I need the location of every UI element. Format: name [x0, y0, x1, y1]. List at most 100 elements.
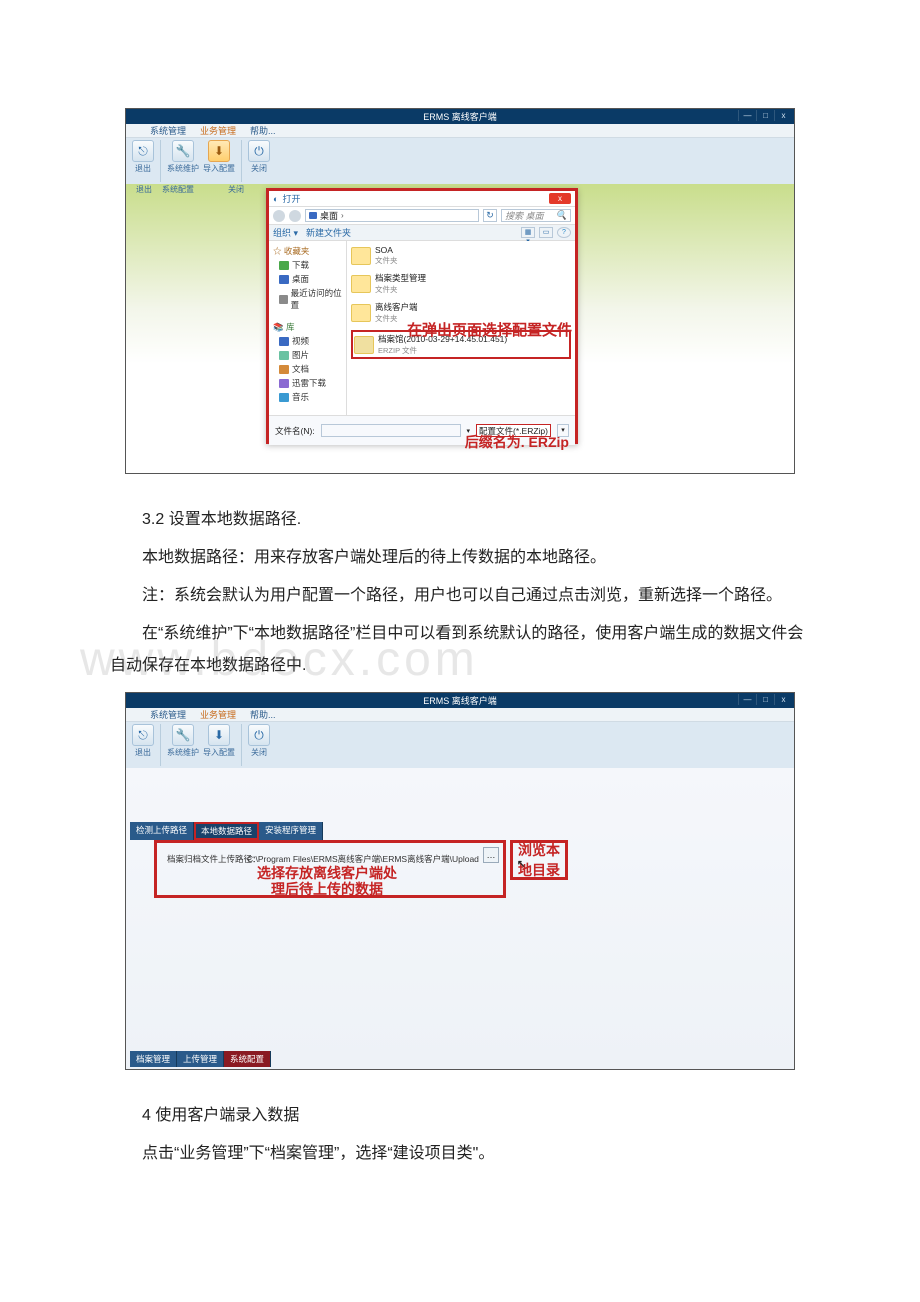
sidebar-item-thunder[interactable]: 迅雷下载	[273, 377, 342, 389]
btab-upload[interactable]: 上传管理	[177, 1051, 224, 1067]
exit-label: 退出	[135, 747, 151, 758]
paragraph: 点击“业务管理”下“档案管理”，选择“建设项目类"。	[110, 1138, 810, 1170]
search-placeholder: 搜索 桌面	[505, 209, 544, 222]
crumb-desktop: 桌面	[320, 209, 338, 222]
close-tab-button[interactable]: ⏻	[248, 724, 270, 746]
paragraph: 本地数据路径：用来存放客户端处理后的待上传数据的本地路径。	[110, 542, 810, 574]
paragraph: 在“系统维护”下“本地数据路径”栏目中可以看到系统默认的路径，使用客户端生成的数…	[110, 618, 810, 682]
exit-button[interactable]: ⎋	[132, 140, 154, 162]
annotation-select-config: 在弹出页面选择配置文件	[407, 319, 572, 340]
desktop-icon	[309, 212, 317, 219]
libraries-header: 📚 库	[273, 321, 342, 333]
ribbon: ⎋ 退出 🔧 系统维护 ⬇ 导入配置 ⏻ 关闭 退出 系统配置 关闭	[126, 722, 794, 768]
sidebar-item-label: 最近访问的位置	[291, 287, 342, 311]
menu-system[interactable]: 系统管理	[150, 124, 186, 137]
music-icon	[279, 393, 289, 402]
sidebar-item-recent[interactable]: 最近访问的位置	[273, 287, 342, 311]
tab-install-mgmt[interactable]: 安装程序管理	[259, 822, 323, 840]
top-menu: 系统管理 业务管理 帮助...	[126, 124, 794, 138]
window-controls: — □ x	[738, 110, 792, 121]
titlebar: ERMS 离线客户端 — □ x	[126, 693, 794, 708]
config-tabs: 检测上传路径 本地数据路径 安装程序管理	[130, 822, 323, 840]
dialog-title: 打开	[282, 192, 300, 205]
btab-sysconfig[interactable]: 系统配置	[224, 1051, 271, 1067]
menu-business[interactable]: 业务管理	[200, 124, 236, 137]
titlebar: ERMS 离线客户端 — □ x	[126, 109, 794, 124]
ribbon-sep	[241, 140, 242, 182]
file-type: 文件夹	[375, 284, 426, 295]
app-title: ERMS 离线客户端	[423, 694, 497, 707]
bottom-tabs: 档案管理 上传管理 系统配置	[130, 1051, 271, 1067]
browse-button[interactable]: …	[483, 847, 499, 863]
annotation-select-data: 选择存放离线客户端处理后待上传的数据	[257, 865, 397, 897]
sidebar-item-downloads[interactable]: 下载	[273, 259, 342, 271]
crumb-arrow-icon: ›	[341, 211, 344, 220]
import-config-button[interactable]: ⬇	[208, 140, 230, 162]
file-type: ERZIP 文件	[378, 345, 507, 356]
import-config-button[interactable]: ⬇	[208, 724, 230, 746]
ribbon: ⎋ 退出 🔧 系统维护 ⬇ 导入配置 ⏻ 关闭 退出 系统配置 关闭	[126, 138, 794, 184]
menu-system[interactable]: 系统管理	[150, 708, 186, 721]
sys-maint-button[interactable]: 🔧	[172, 140, 194, 162]
new-folder-button[interactable]: 新建文件夹	[306, 226, 351, 239]
minimize-button[interactable]: —	[738, 110, 756, 121]
file-item[interactable]: 档案类型管理文件夹	[351, 272, 571, 295]
search-input[interactable]: 搜索 桌面 🔍	[501, 209, 571, 222]
btab-archive[interactable]: 档案管理	[130, 1051, 177, 1067]
dialog-titlebar: ◐ 打开 x	[269, 191, 575, 207]
app-title: ERMS 离线客户端	[423, 110, 497, 123]
sidebar-item-pictures[interactable]: 图片	[273, 349, 342, 361]
folder-icon	[351, 247, 371, 265]
organize-button[interactable]: 组织 ▾	[273, 226, 298, 239]
desktop-icon	[279, 275, 289, 284]
breadcrumb[interactable]: 桌面 ›	[305, 209, 479, 222]
maximize-button[interactable]: □	[756, 110, 774, 121]
download-icon	[279, 261, 289, 270]
local-path-panel: 档案归档文件上传路径： C:\Program Files\ERMS离线客户端\E…	[154, 840, 506, 898]
open-icon: ◐	[273, 194, 278, 204]
sidebar-item-label: 下载	[292, 259, 309, 271]
ribbon-sep	[160, 724, 161, 766]
annotation-browse-local: ↖ 浏览本地目录	[510, 840, 568, 880]
file-name: SOA	[375, 245, 398, 255]
menu-help[interactable]: 帮助...	[250, 124, 276, 137]
sidebar-item-documents[interactable]: 文档	[273, 363, 342, 375]
ribbon-sep	[241, 724, 242, 766]
search-icon: 🔍	[556, 210, 567, 221]
filename-label: 文件名(N):	[275, 425, 315, 437]
path-value: C:\Program Files\ERMS离线客户端\ERMS离线客户端\Upl…	[247, 853, 479, 865]
close-button[interactable]: x	[774, 110, 792, 121]
preview-pane-button[interactable]: ▭	[539, 227, 553, 238]
close-tab-button[interactable]: ⏻	[248, 140, 270, 162]
view-mode-button[interactable]: ▦ ▾	[521, 227, 535, 238]
exit-label: 退出	[135, 163, 151, 174]
sidebar-item-desktop[interactable]: 桌面	[273, 273, 342, 285]
favorites-header: ☆ 收藏夹	[273, 245, 342, 257]
refresh-button[interactable]: ↻	[483, 209, 497, 222]
nav-forward-button[interactable]	[289, 210, 301, 222]
folder-icon	[351, 304, 371, 322]
tab-local-data-path[interactable]: 本地数据路径	[194, 822, 259, 840]
app-body: ◐ 打开 x 桌面 › ↻ 搜索 桌面 🔍	[126, 184, 794, 473]
dialog-close-button[interactable]: x	[549, 193, 571, 204]
close-button[interactable]: x	[774, 694, 792, 705]
menu-help[interactable]: 帮助...	[250, 708, 276, 721]
minimize-button[interactable]: —	[738, 694, 756, 705]
sidebar: ☆ 收藏夹 下载 桌面 最近访问的位置 📚 库 视频 图片 文档 迅雷下载 音乐	[269, 241, 347, 415]
import-config-label: 导入配置	[203, 163, 235, 174]
sidebar-item-music[interactable]: 音乐	[273, 391, 342, 403]
file-name: 档案类型管理	[375, 272, 426, 284]
maximize-button[interactable]: □	[756, 694, 774, 705]
tab-upload-path[interactable]: 检测上传路径	[130, 822, 194, 840]
menu-business[interactable]: 业务管理	[200, 708, 236, 721]
exit-button[interactable]: ⎋	[132, 724, 154, 746]
nav-back-button[interactable]	[273, 210, 285, 222]
sys-maint-button[interactable]: 🔧	[172, 724, 194, 746]
dialog-toolbar: 组织 ▾ 新建文件夹 ▦ ▾ ▭ ?	[269, 225, 575, 241]
annotation-extension: 后缀名为. ERZip	[465, 432, 569, 452]
filename-input[interactable]	[321, 424, 461, 437]
file-item[interactable]: SOA文件夹	[351, 245, 571, 266]
folder-icon	[351, 275, 371, 293]
sidebar-item-videos[interactable]: 视频	[273, 335, 342, 347]
help-button[interactable]: ?	[557, 227, 571, 238]
